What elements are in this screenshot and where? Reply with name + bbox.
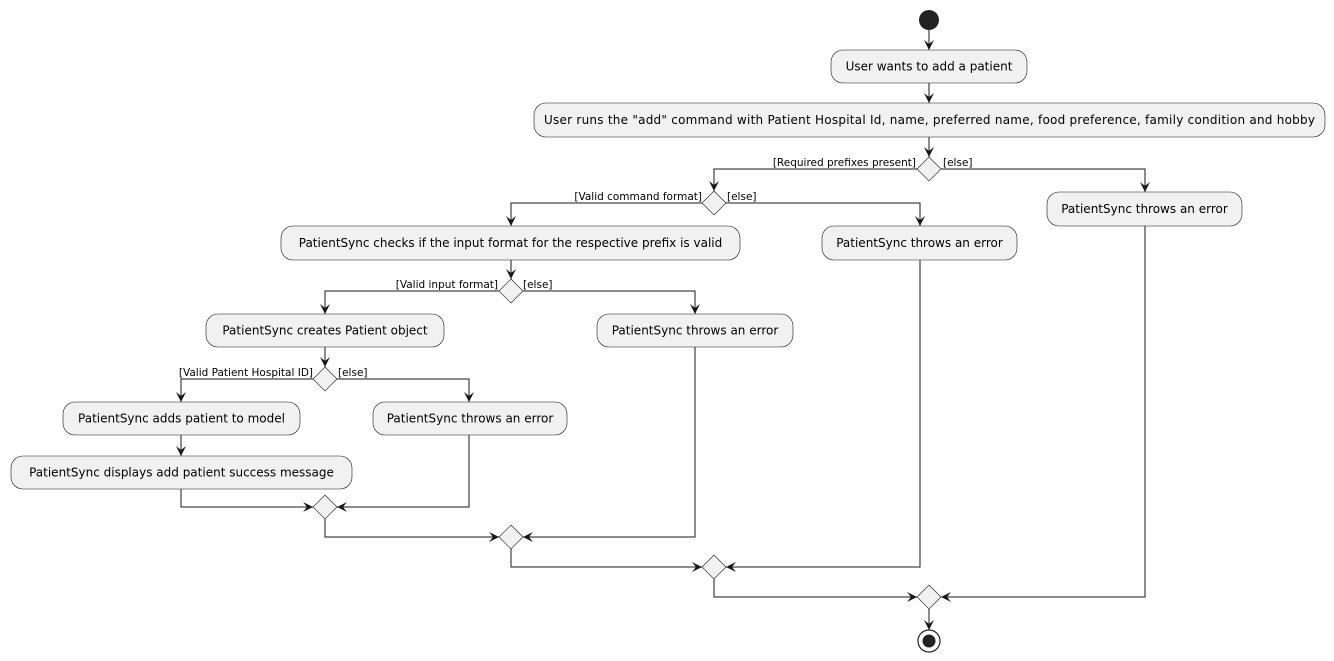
activity-label: PatientSync creates Patient object <box>222 324 428 338</box>
merge-input <box>498 524 524 550</box>
flow-edge <box>510 202 702 226</box>
activity-error-prefixes: PatientSync throws an error <box>1046 191 1243 227</box>
flow-edge <box>713 579 917 598</box>
activity-creates-patient: PatientSync creates Patient object <box>205 313 445 348</box>
flow-edge <box>180 489 313 508</box>
decision-input <box>498 278 524 304</box>
flow-edge <box>324 519 499 538</box>
flow-edge <box>726 202 921 226</box>
activity-diagram: User wants to add a patient User runs the… <box>10 10 1326 653</box>
flow-edge <box>337 435 470 508</box>
start-node <box>919 10 939 30</box>
flow-edge <box>941 226 1146 598</box>
activity-error-input: PatientSync throws an error <box>596 313 794 348</box>
activity-adds-patient: PatientSync adds patient to model <box>62 401 301 436</box>
activity-label: PatientSync throws an error <box>612 324 779 338</box>
flow-edge <box>941 168 1146 192</box>
flow-edge <box>726 260 921 568</box>
activity-label: PatientSync checks if the input format f… <box>299 236 722 250</box>
decision-prefixes <box>916 156 942 182</box>
decision-id <box>312 366 338 392</box>
guard-prefixes-yes: [Required prefixes present] <box>773 157 916 169</box>
activity-error-command: PatientSync throws an error <box>821 225 1018 261</box>
activity-label: PatientSync throws an error <box>836 236 1003 250</box>
decision-command <box>701 190 727 216</box>
nodes: User wants to add a patient User runs the… <box>10 10 1326 653</box>
guard-command-no: [else] <box>727 191 757 203</box>
activity-want-add: User wants to add a patient <box>830 49 1028 84</box>
merge-command <box>701 554 727 580</box>
activity-label: PatientSync adds patient to model <box>78 412 285 426</box>
guard-input-no: [else] <box>523 279 553 291</box>
merge-prefixes <box>916 584 942 610</box>
flow-edge <box>180 378 313 402</box>
activity-label: PatientSync throws an error <box>1061 202 1228 216</box>
flow-edge <box>523 290 696 314</box>
flow-edge <box>713 168 917 191</box>
guard-id-no: [else] <box>338 367 368 379</box>
flow-edge <box>324 290 499 314</box>
end-node <box>922 634 936 648</box>
activity-label: User wants to add a patient <box>846 60 1013 74</box>
activity-label: PatientSync throws an error <box>387 412 554 426</box>
activity-error-id: PatientSync throws an error <box>372 401 568 436</box>
guard-input-yes: [Valid input format] <box>396 279 498 291</box>
guard-prefixes-no: [else] <box>943 157 973 169</box>
activity-runs-add: User runs the "add" command with Patient… <box>533 102 1326 138</box>
flow-edge <box>523 347 696 538</box>
activity-label: PatientSync displays add patient success… <box>29 466 334 480</box>
flow-edge <box>337 378 470 402</box>
merge-id <box>312 494 338 520</box>
flow-edge <box>510 549 702 568</box>
guard-id-yes: [Valid Patient Hospital ID] <box>179 367 313 379</box>
activity-label: User runs the "add" command with Patient… <box>544 113 1315 127</box>
activity-checks-input: PatientSync checks if the input format f… <box>280 225 741 261</box>
activity-displays-success: PatientSync displays add patient success… <box>10 455 353 490</box>
guard-command-yes: [Valid command format] <box>574 191 702 203</box>
